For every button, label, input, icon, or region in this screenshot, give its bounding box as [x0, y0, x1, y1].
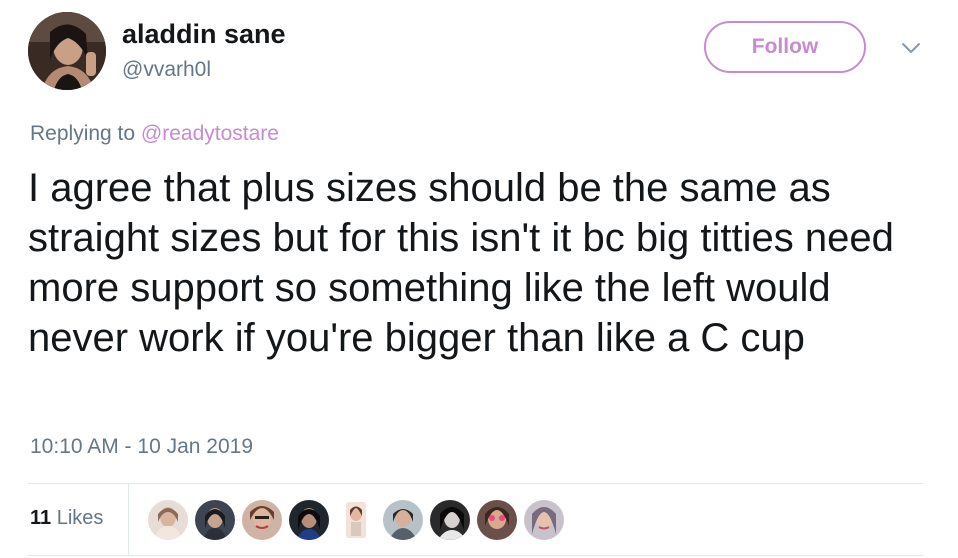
liker-avatar[interactable] [430, 500, 470, 540]
liker-avatar[interactable] [242, 500, 282, 540]
liker-avatar[interactable] [477, 500, 517, 540]
likes-count[interactable]: 11 Likes [30, 506, 103, 530]
tweet-text: I agree that plus sizes should be the sa… [28, 166, 894, 360]
likes-number: 11 [30, 507, 52, 529]
likes-label: Likes [51, 507, 104, 529]
liker-avatar[interactable] [289, 500, 329, 540]
liker-avatar[interactable] [148, 500, 188, 540]
reply-mention-link[interactable]: @readytostare [141, 122, 279, 145]
profile-photo-icon [28, 12, 106, 90]
liker-avatar[interactable] [524, 500, 564, 540]
replying-to: Replying to @readytostare [30, 121, 279, 147]
user-handle[interactable]: @vvarh0l [122, 57, 211, 83]
liker-avatar[interactable] [383, 500, 423, 540]
tweet-timestamp[interactable]: 10:10 AM - 10 Jan 2019 [30, 434, 253, 460]
liker-avatar[interactable] [195, 500, 235, 540]
chevron-down-icon[interactable] [900, 40, 922, 56]
avatar[interactable] [28, 12, 106, 90]
stats-divider [128, 484, 129, 555]
display-name[interactable]: aladdin sane [122, 18, 286, 50]
replying-to-label: Replying to [30, 122, 141, 145]
follow-button[interactable]: Follow [704, 21, 866, 73]
divider [28, 555, 923, 556]
divider [28, 483, 923, 484]
liker-avatar[interactable] [336, 500, 376, 540]
